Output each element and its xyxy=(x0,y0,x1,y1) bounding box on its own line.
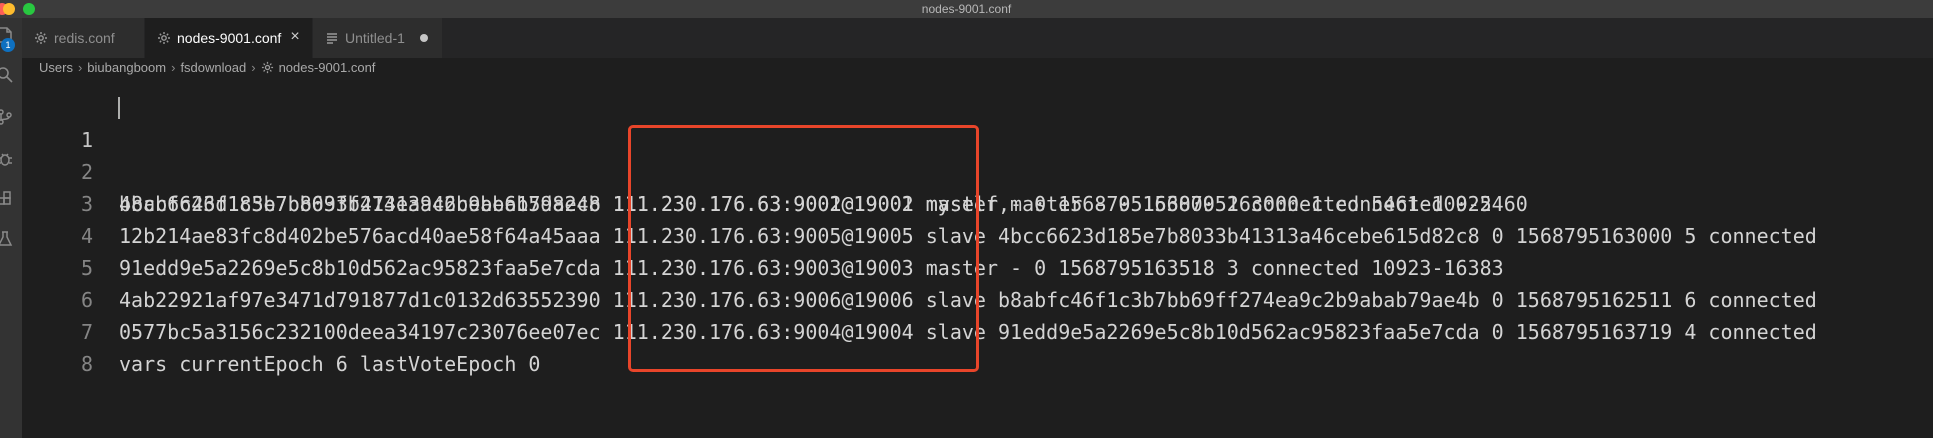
gear-icon xyxy=(34,31,48,45)
source-control-icon[interactable] xyxy=(0,108,14,126)
chevron-right-icon: › xyxy=(77,59,83,75)
code-editor[interactable]: 1 4bcc6623d185e7b8033b41313a46cebe615d82… xyxy=(22,76,1933,438)
tab-nodes-9001-conf[interactable]: nodes-9001.conf × xyxy=(145,18,313,58)
title-bar: nodes-9001.conf xyxy=(0,0,1933,18)
explorer-badge: 1 xyxy=(1,38,15,52)
tab-bar: redis.conf nodes-9001.conf × Untitled-1 xyxy=(22,18,1933,58)
breadcrumb-item[interactable]: fsdownload xyxy=(180,60,246,75)
tab-label: Untitled-1 xyxy=(345,30,405,46)
tab-label: nodes-9001.conf xyxy=(177,30,282,46)
chevron-right-icon: › xyxy=(251,59,256,75)
gear-icon xyxy=(261,61,274,74)
tab-redis-conf[interactable]: redis.conf xyxy=(22,18,145,58)
activity-bar: 1 xyxy=(0,18,22,438)
lines-icon xyxy=(325,31,339,45)
breadcrumb-item[interactable]: nodes-9001.conf xyxy=(279,60,376,75)
line-number: 8 xyxy=(80,352,93,376)
line-text[interactable]: vars currentEpoch 6 lastVoteEpoch 0 xyxy=(119,348,540,380)
search-icon[interactable] xyxy=(0,66,14,84)
text-cursor xyxy=(118,97,120,119)
code-line[interactable]: 1 4bcc6623d185e7b8033b41313a46cebe615d82… xyxy=(22,92,1933,216)
tab-label: redis.conf xyxy=(54,30,115,46)
breadcrumb-item[interactable]: biubangboom xyxy=(87,60,166,75)
unsaved-dot-icon[interactable] xyxy=(420,34,428,42)
debug-icon[interactable] xyxy=(0,150,14,168)
window-title: nodes-9001.conf xyxy=(921,2,1012,16)
breadcrumb: Users › biubangboom › fsdownload › nodes… xyxy=(39,58,375,76)
annotation-highlight-box xyxy=(628,125,979,372)
close-tab-icon[interactable]: × xyxy=(288,29,302,45)
breadcrumb-item[interactable]: Users xyxy=(39,60,73,75)
chevron-right-icon: › xyxy=(171,59,176,75)
gear-icon xyxy=(157,31,171,45)
flask-icon[interactable] xyxy=(0,230,14,248)
tab-untitled-1[interactable]: Untitled-1 xyxy=(313,18,443,58)
extensions-icon[interactable] xyxy=(0,190,14,208)
